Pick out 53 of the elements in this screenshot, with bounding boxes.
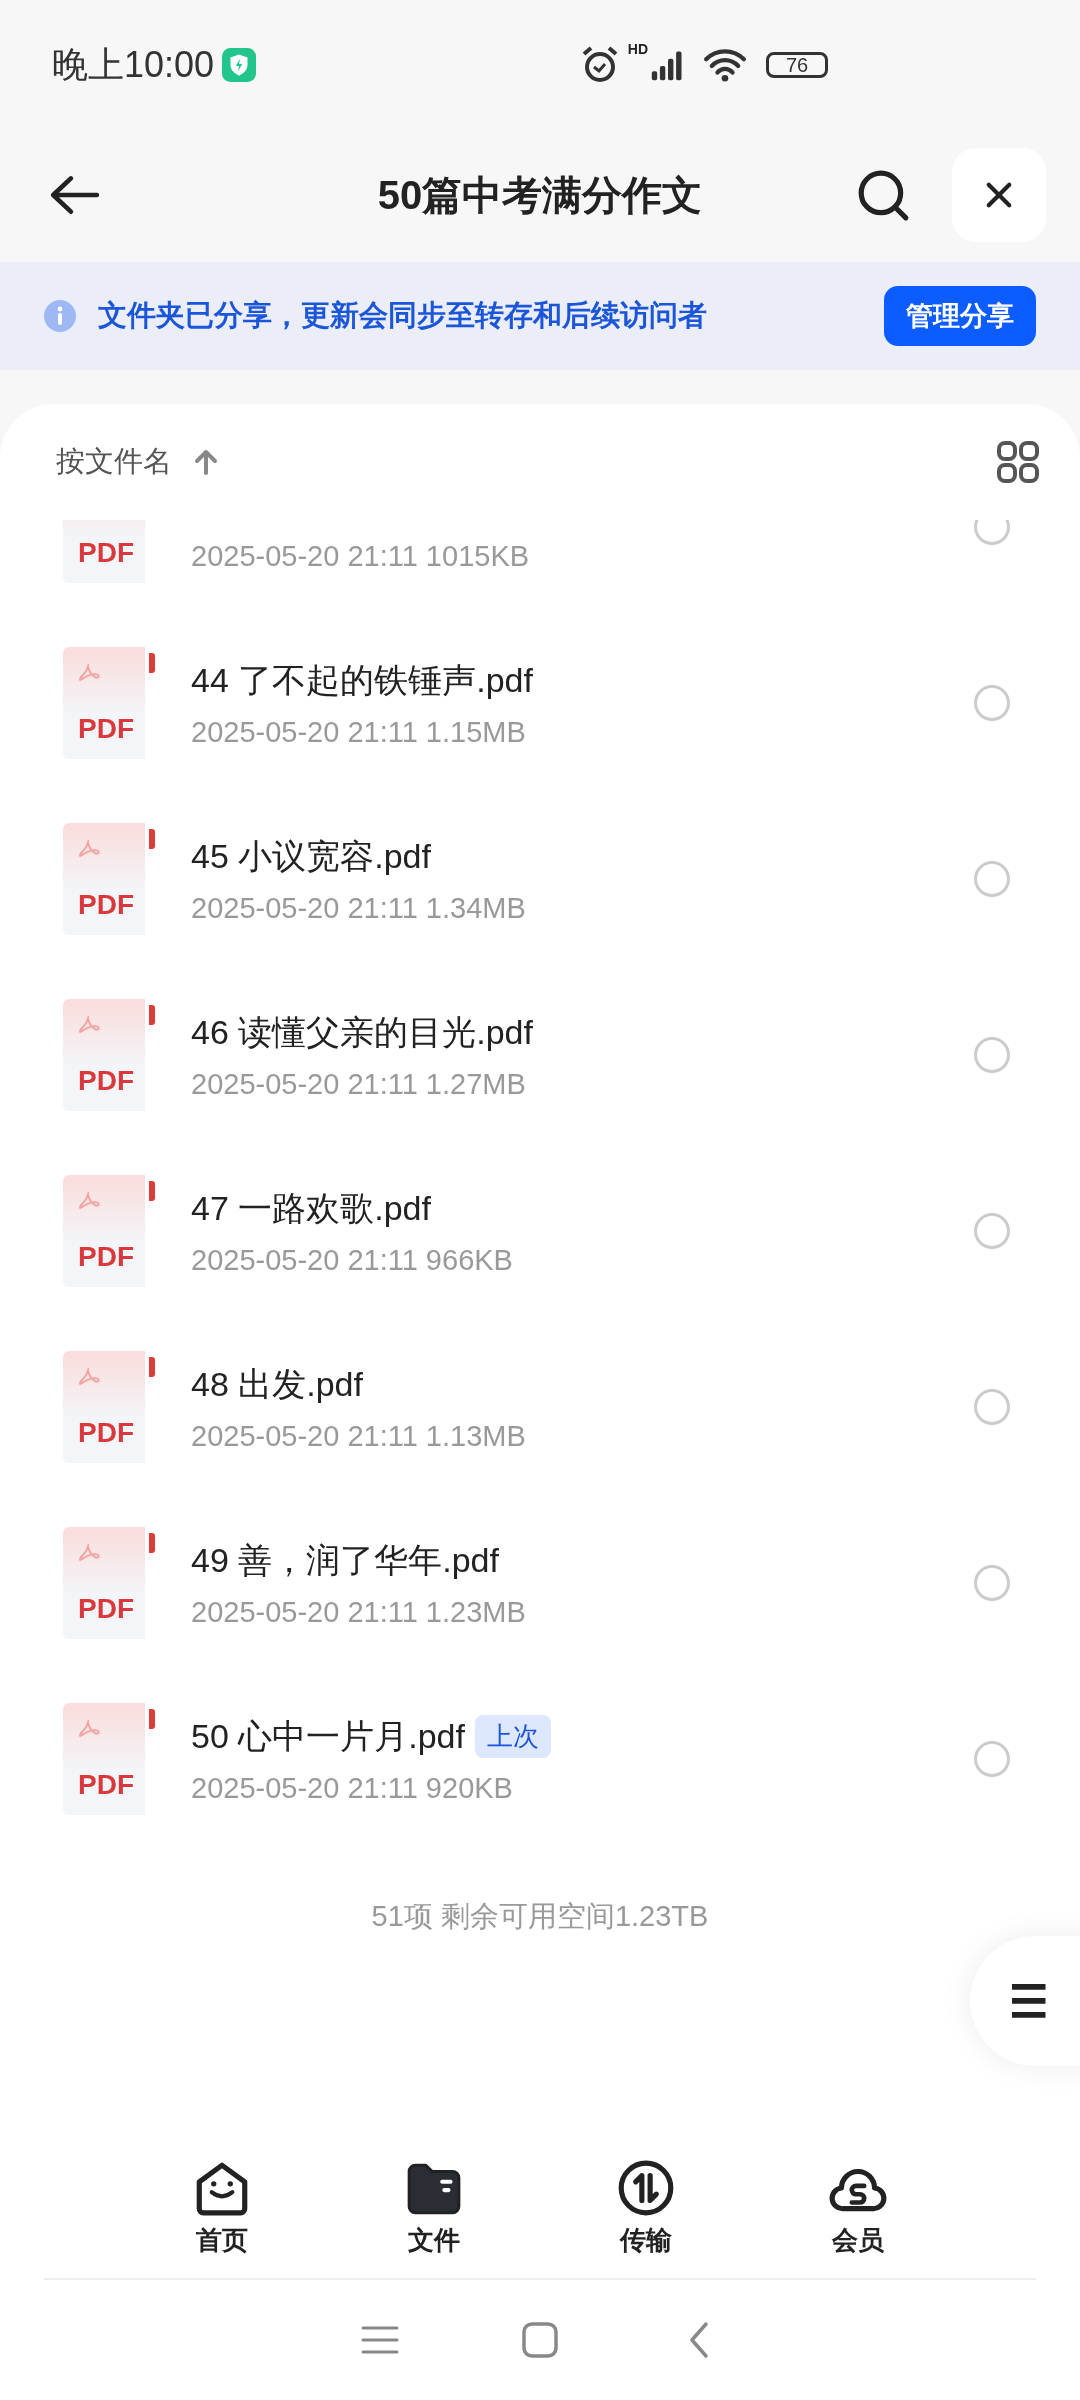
- file-name[interactable]: 45 小议宽容.pdf: [191, 833, 431, 880]
- grid-view-icon[interactable]: [996, 440, 1040, 484]
- file-name[interactable]: 46 读懂父亲的目光.pdf: [191, 1009, 533, 1056]
- pdf-file-icon: PDF: [63, 823, 155, 935]
- file-meta: 2025-05-20 21:11 1.27MB: [191, 1067, 527, 1101]
- status-time: 晚上10:00: [52, 42, 215, 87]
- network-type: HD: [627, 41, 648, 57]
- wifi-icon: [702, 48, 748, 82]
- file-name[interactable]: 44 了不起的铁锤声.pdf: [191, 657, 533, 704]
- last-opened-tag: 上次: [475, 1715, 551, 1758]
- share-notice-text: 文件夹已分享，更新会同步至转存和后续访问者: [98, 298, 707, 333]
- file-name[interactable]: 49 善，润了华年.pdf: [191, 1537, 499, 1584]
- file-meta: 2025-05-20 21:11 920KB: [191, 1771, 514, 1805]
- file-meta: 2025-05-20 21:11 1015KB: [191, 539, 531, 573]
- select-radio[interactable]: [974, 1389, 1010, 1425]
- pdf-file-icon: PDF: [63, 1175, 155, 1287]
- nav-tab[interactable]: 传输: [586, 2157, 706, 2258]
- select-radio[interactable]: [974, 1037, 1010, 1073]
- page-title: 50篇中考满分作文: [376, 171, 704, 219]
- file-meta: 2025-05-20 21:11 1.23MB: [191, 1595, 527, 1629]
- manage-share-button[interactable]: 管理分享: [884, 286, 1036, 346]
- pdf-file-icon: PDF: [63, 647, 155, 759]
- pdf-file-icon: PDF: [63, 1527, 155, 1639]
- back-arrow-icon[interactable]: [48, 174, 100, 216]
- search-icon[interactable]: [856, 168, 910, 222]
- file-name[interactable]: 50 心中一片月.pdf: [191, 1713, 465, 1760]
- select-radio[interactable]: [974, 685, 1010, 721]
- sort-label[interactable]: 按文件名: [56, 442, 172, 482]
- file-meta: 2025-05-20 21:11 1.15MB: [191, 715, 527, 749]
- up-arrow-icon[interactable]: [194, 449, 218, 475]
- battery-indicator: 76: [766, 52, 828, 78]
- menu-button[interactable]: ☰: [970, 1936, 1080, 2066]
- nav-tab[interactable]: 首页: [162, 2157, 282, 2258]
- shield-icon: [222, 48, 257, 82]
- storage-summary: 51项 剩余可用空间1.23TB: [370, 1899, 710, 1934]
- nav-tab[interactable]: 文件: [374, 2157, 494, 2258]
- select-radio[interactable]: [974, 861, 1010, 897]
- file-meta: 2025-05-20 21:11 1.34MB: [191, 891, 527, 925]
- home-square-icon[interactable]: [520, 2320, 560, 2360]
- nav-tab[interactable]: 会员: [798, 2157, 918, 2258]
- pdf-file-icon: PDF: [63, 1703, 155, 1815]
- select-radio[interactable]: [974, 1213, 1010, 1249]
- close-button[interactable]: [952, 148, 1046, 242]
- select-radio[interactable]: [974, 1741, 1010, 1777]
- file-meta: 2025-05-20 21:11 1.13MB: [191, 1419, 527, 1453]
- close-icon: [985, 181, 1013, 209]
- info-icon: [44, 300, 76, 332]
- pdf-file-icon: PDF: [63, 1351, 155, 1463]
- file-name[interactable]: 48 出发.pdf: [191, 1361, 363, 1408]
- file-name[interactable]: 47 一路欢歌.pdf: [191, 1185, 431, 1232]
- file-meta: 2025-05-20 21:11 966KB: [191, 1243, 514, 1277]
- select-radio[interactable]: [974, 1565, 1010, 1601]
- pdf-file-icon: PDF: [63, 999, 155, 1111]
